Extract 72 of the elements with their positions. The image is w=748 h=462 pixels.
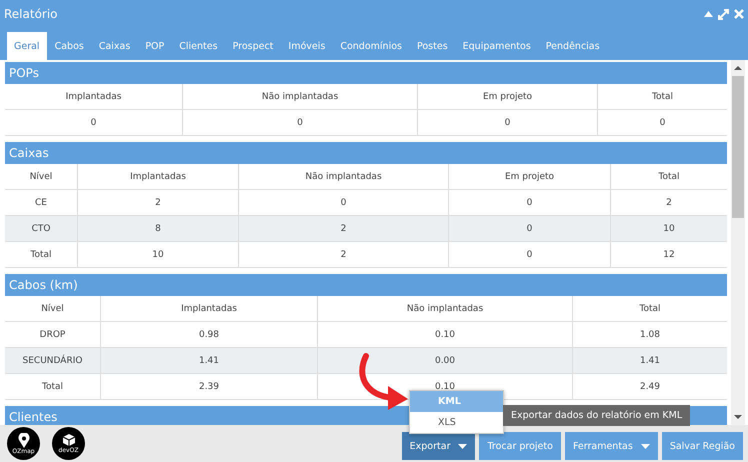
table-cell: CTO: [5, 216, 78, 241]
window-title: Relatório: [4, 7, 59, 21]
table-cell: Total: [5, 242, 78, 267]
table-cell: 0.00: [318, 348, 573, 373]
scrollbar[interactable]: [731, 60, 745, 425]
column-header: Em projeto: [449, 164, 611, 189]
caret-icon: [640, 444, 650, 448]
toolbar-button[interactable]: Trocar projeto: [479, 432, 561, 460]
caret-icon: [458, 444, 468, 448]
table-cell: 0: [239, 190, 449, 215]
table-cell-text: 2: [665, 196, 673, 210]
table-cell: 0: [418, 110, 598, 135]
tab[interactable]: Postes: [410, 32, 455, 60]
section-header: Caixas: [5, 142, 727, 164]
column-header: Nível: [5, 164, 78, 189]
section-header: POPs: [5, 62, 727, 84]
table-cell: 2.39: [101, 374, 318, 399]
column-header: Em projeto: [418, 84, 598, 109]
column-header: Total: [638, 302, 662, 316]
table-cell: 0: [449, 216, 611, 241]
tab[interactable]: Condomínios: [333, 32, 409, 60]
table-cell: 2: [239, 242, 449, 267]
column-header: Implantadas: [5, 84, 183, 109]
table-cell: Total: [5, 374, 101, 399]
table-cell: CE: [5, 190, 78, 215]
menu-item[interactable]: KML: [410, 391, 503, 412]
tab[interactable]: Prospect: [226, 32, 280, 60]
column-header: Implantadas: [78, 164, 239, 189]
table-cell-text: 10: [662, 222, 676, 236]
tab[interactable]: Clientes: [172, 32, 225, 60]
table-cell-text: 2.49: [638, 380, 662, 394]
table-cell: 0: [5, 110, 183, 135]
table-cell-text: 1.41: [638, 354, 662, 368]
table-cell: 0.10: [318, 322, 573, 347]
tab[interactable]: Equipamentos: [456, 32, 538, 60]
column-header: Total: [657, 170, 681, 184]
tab[interactable]: Caixas: [92, 32, 138, 60]
table-cell: 2: [78, 190, 239, 215]
column-header: Implantadas: [101, 296, 318, 321]
table-cell: 0: [183, 110, 418, 135]
tooltip: Exportar dados do relatório em KML: [503, 405, 690, 426]
tab[interactable]: Geral: [7, 32, 47, 60]
column-header: Não implantadas: [183, 84, 418, 109]
scroll-down-icon[interactable]: [733, 412, 743, 422]
table-cell: 8: [78, 216, 239, 241]
section-header: Cabos (km): [5, 274, 727, 296]
close-icon[interactable]: [734, 9, 744, 19]
tab[interactable]: POP: [138, 32, 172, 60]
table-cell: DROP: [5, 322, 101, 347]
table-cell-text: 1.08: [638, 328, 662, 342]
table-cell: 0: [449, 242, 611, 267]
table-cell-text: 0: [658, 116, 666, 130]
maximize-icon[interactable]: [718, 8, 729, 20]
column-header: Total: [650, 90, 674, 104]
table-cell: 10: [78, 242, 239, 267]
toolbar-button[interactable]: Exportar: [402, 432, 476, 460]
table-cell: 2: [239, 216, 449, 241]
column-header: Não implantadas: [318, 296, 573, 321]
tab[interactable]: Cabos: [48, 32, 91, 60]
toolbar-button[interactable]: Ferramentas: [564, 432, 658, 460]
tab[interactable]: Imóveis: [281, 32, 332, 60]
table-cell-text: 12: [662, 248, 676, 262]
toolbar-button[interactable]: Salvar Região: [662, 432, 743, 460]
table-cell: SECUNDÁRIO: [5, 348, 101, 373]
table-cell: 0.98: [101, 322, 318, 347]
table-cell: 0: [449, 190, 611, 215]
tab[interactable]: Pendências: [538, 32, 607, 60]
column-header: Nível: [5, 296, 101, 321]
column-header: Não implantadas: [239, 164, 449, 189]
collapse-icon[interactable]: [704, 11, 713, 17]
table-cell: 1.41: [101, 348, 318, 373]
scroll-up-icon[interactable]: [733, 63, 743, 73]
